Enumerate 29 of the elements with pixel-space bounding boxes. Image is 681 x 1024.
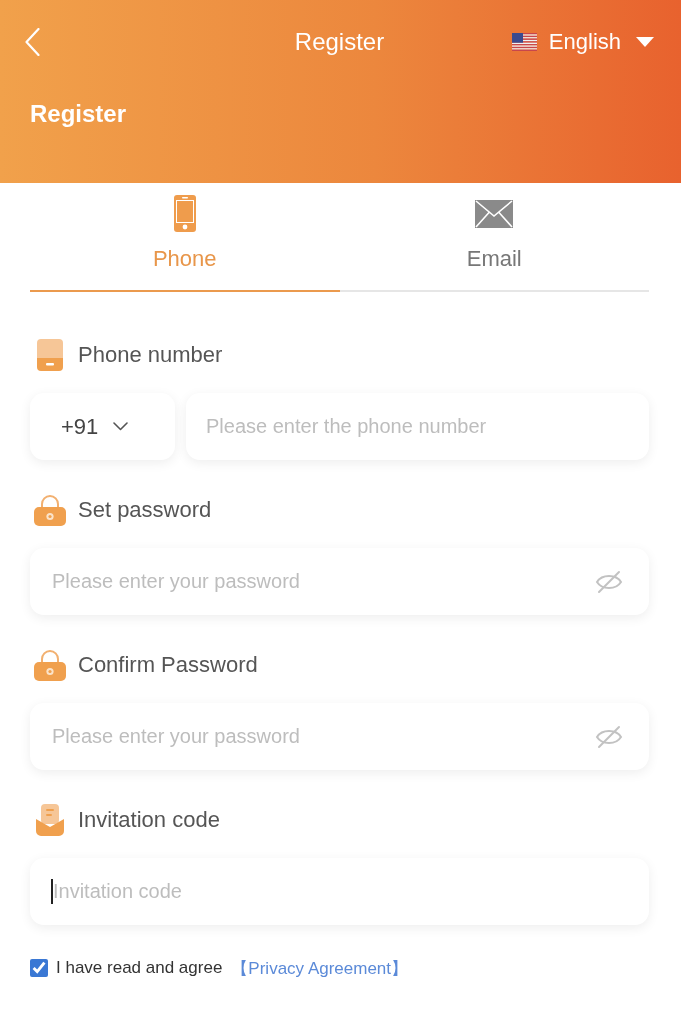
privacy-agreement-link[interactable]: 【Privacy Agreement】 <box>231 956 409 980</box>
field-label: Confirm Password <box>78 651 258 679</box>
invitation-code-input[interactable]: Invitation code <box>30 858 649 925</box>
field-label: Set password <box>78 496 212 524</box>
field-label: Phone number <box>78 341 223 369</box>
field-label: Invitation code <box>78 806 220 834</box>
back-icon[interactable] <box>25 28 40 56</box>
page-heading: Register <box>30 99 127 129</box>
checkbox[interactable] <box>30 959 48 977</box>
chevron-down-icon <box>113 422 129 431</box>
agreement-text: I have read and agree <box>56 958 223 978</box>
caret-icon <box>636 37 654 47</box>
country-code-selector[interactable]: +91 <box>30 393 175 460</box>
language-selector[interactable]: English <box>511 28 654 56</box>
eye-off-icon[interactable] <box>595 570 623 594</box>
envelope-icon <box>475 199 514 228</box>
tab[interactable]: Email <box>339 183 649 292</box>
eye-off-icon[interactable] <box>595 725 623 749</box>
flag-icon <box>511 33 537 51</box>
smartphone-icon <box>173 195 196 232</box>
lock-icon <box>33 649 66 681</box>
phone-input[interactable]: Please enter the phone number <box>186 393 649 460</box>
tab[interactable]: Phone <box>30 183 340 292</box>
page-title: Register <box>294 27 385 57</box>
lock-icon <box>33 494 66 526</box>
phone-card-icon <box>36 339 63 371</box>
password-input[interactable]: Please enter your password <box>30 703 649 770</box>
password-input[interactable]: Please enter your password <box>30 548 649 615</box>
letter-icon <box>35 804 64 836</box>
